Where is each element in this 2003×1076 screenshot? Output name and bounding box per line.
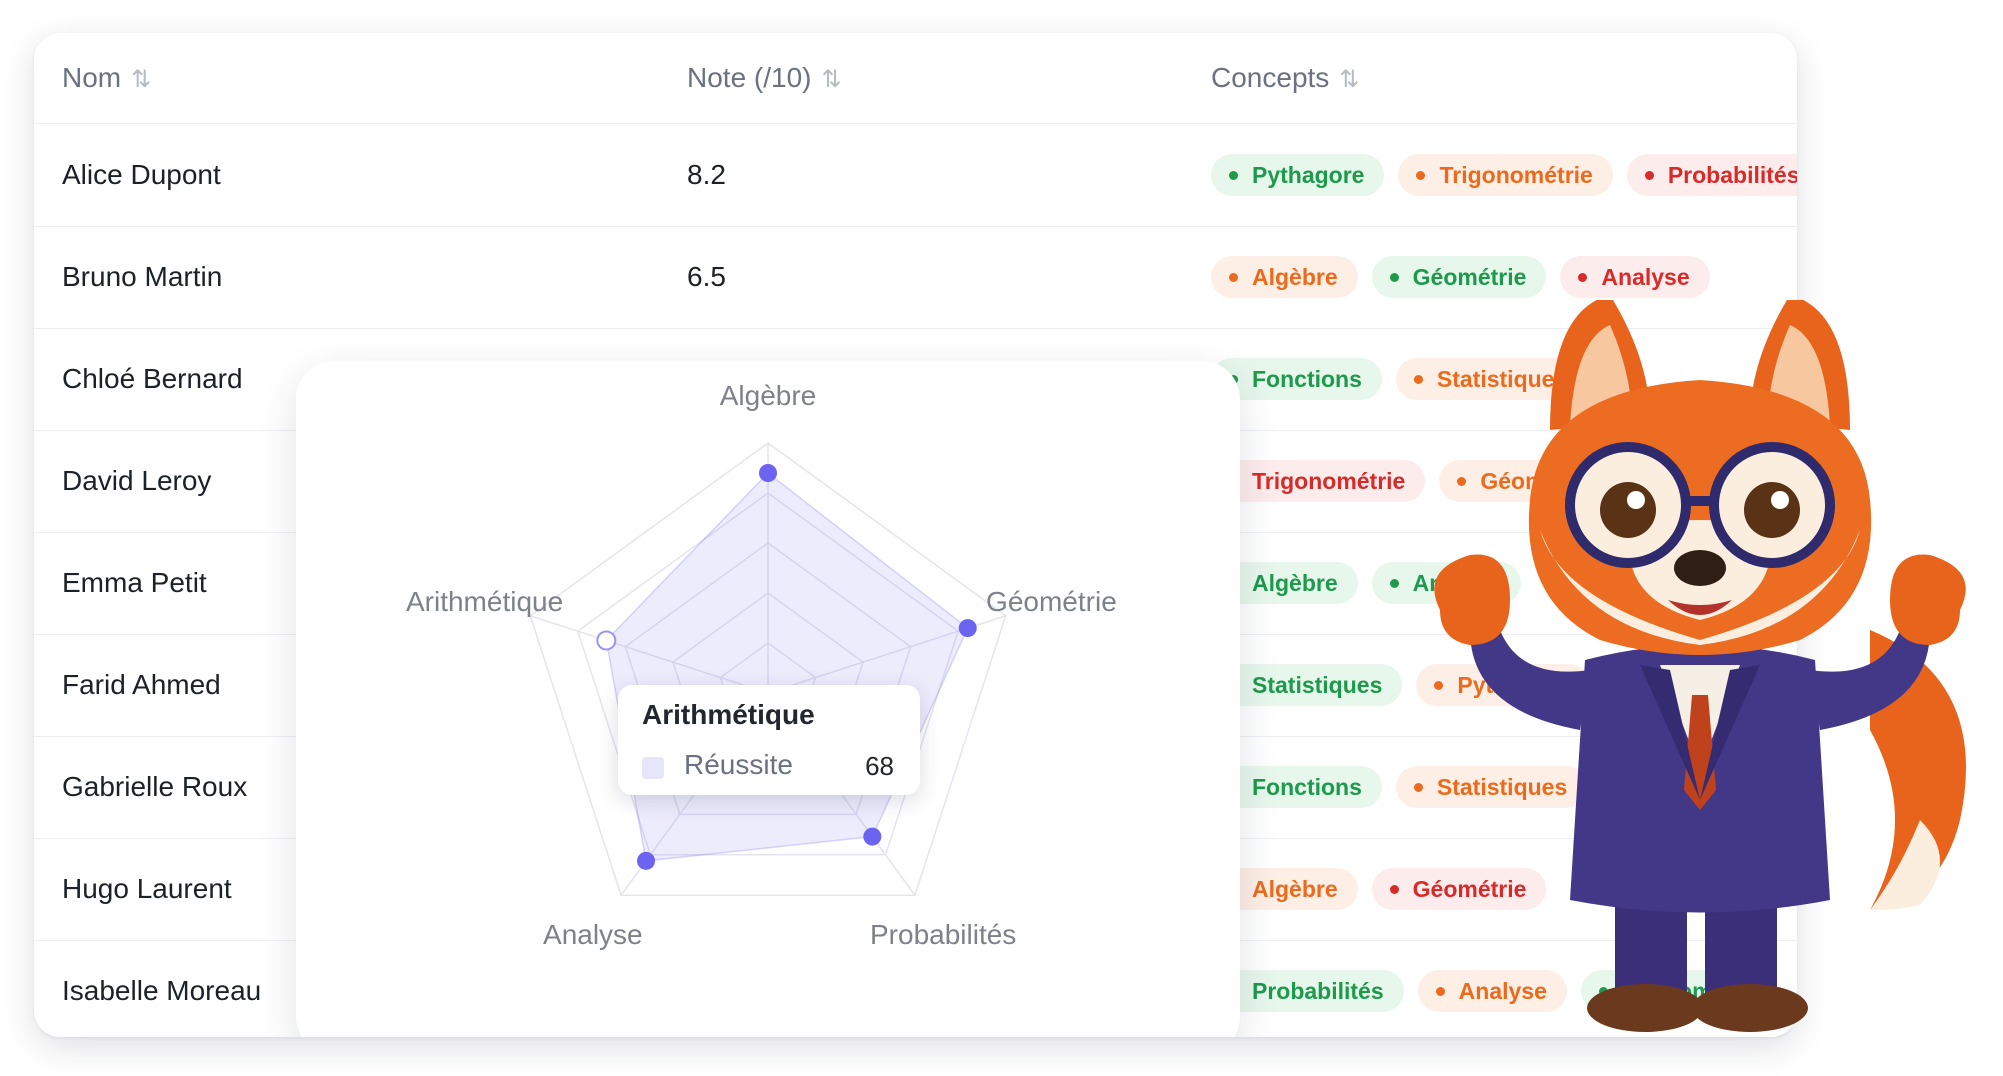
table-header: Nom ⇅ Note (/10) ⇅ Concepts ⇅ — [34, 33, 1797, 124]
radar-axis-label: Arithmétique — [406, 586, 563, 617]
student-name: Isabelle Moreau — [62, 975, 262, 1006]
concept-tag-label: Fonctions — [1252, 365, 1362, 392]
tooltip-series-swatch — [642, 757, 664, 779]
sort-icon[interactable]: ⇅ — [131, 66, 151, 93]
concept-tag-label: Analyse — [1601, 263, 1690, 290]
concept-tag[interactable]: Trigonométrie — [1398, 154, 1613, 196]
tooltip-title: Arithmétique — [642, 699, 815, 730]
column-header-concepts[interactable]: Concepts ⇅ — [1211, 33, 1359, 123]
status-dot-icon — [1389, 578, 1399, 588]
radar-chart-panel: Algèbre Géométrie Probabilités Analyse Arith… — [296, 361, 1240, 1037]
concept-tag-label: Géométrie — [1412, 263, 1527, 290]
table-row[interactable]: Alice Dupont 8.2 Pythagore Trigonométrie Pro… — [34, 124, 1797, 227]
concept-tag-label: Probabilités — [1667, 161, 1797, 188]
student-name: Chloé Bernard — [62, 363, 243, 394]
concept-tag-label: Algèbre — [1252, 263, 1338, 290]
concept-tags: Pythagore Trigonométrie Probabilités — [1211, 124, 1797, 226]
radar-point — [637, 851, 656, 870]
fox-mascot-icon — [1434, 300, 1966, 1032]
concept-tag[interactable]: Algèbre — [1211, 256, 1358, 298]
student-note: 8.2 — [687, 159, 726, 190]
student-name: Gabrielle Roux — [62, 771, 248, 802]
student-name: Bruno Martin — [62, 261, 223, 292]
concept-tag-label: Probabilités — [1252, 977, 1384, 1004]
sort-icon[interactable]: ⇅ — [1339, 66, 1359, 93]
concept-tag-label: Trigonométrie — [1252, 467, 1406, 494]
column-header-note-label: Note (/10) — [687, 62, 812, 93]
radar-point — [759, 464, 777, 482]
student-name: Farid Ahmed — [62, 669, 221, 700]
radar-point — [596, 630, 617, 651]
concept-tag-label: Fonctions — [1252, 773, 1362, 800]
concept-tag-label: Algèbre — [1252, 569, 1338, 596]
sort-icon[interactable]: ⇅ — [822, 66, 842, 93]
status-dot-icon — [1389, 272, 1399, 282]
student-note: 6.5 — [687, 261, 726, 292]
concept-tag[interactable]: Analyse — [1560, 256, 1710, 298]
column-header-nom-label: Nom — [62, 62, 122, 93]
status-dot-icon — [1229, 170, 1238, 180]
radar-axis-label: Analyse — [543, 919, 643, 950]
student-name: Alice Dupont — [62, 159, 221, 190]
status-dot-icon — [1416, 170, 1426, 180]
radar-axis-label: Probabilités — [870, 919, 1016, 950]
radar-series-area — [605, 471, 969, 862]
student-name: Emma Petit — [62, 567, 207, 598]
tooltip-series-label: Réussite — [684, 749, 793, 780]
student-name: David Leroy — [62, 465, 212, 496]
concept-tag[interactable]: Pythagore — [1211, 154, 1385, 196]
radar-axis-label: Algèbre — [720, 380, 817, 411]
column-header-note[interactable]: Note (/10) ⇅ — [687, 33, 842, 123]
concept-tag-label: Algèbre — [1252, 875, 1338, 902]
column-header-nom[interactable]: Nom ⇅ — [62, 33, 151, 123]
concept-tag[interactable]: Probabilités — [1626, 154, 1797, 196]
chart-tooltip: Arithmétique Réussite 68 — [618, 685, 920, 795]
concept-tag[interactable]: Trigonométrie — [1211, 460, 1426, 502]
radar-point — [958, 619, 977, 638]
status-dot-icon — [1644, 170, 1654, 180]
concept-tag-label: Trigonométrie — [1439, 161, 1593, 188]
status-dot-icon — [1578, 272, 1588, 282]
status-dot-icon — [1389, 884, 1399, 894]
radar-axis-label: Géométrie — [986, 586, 1117, 617]
student-name: Hugo Laurent — [62, 873, 232, 904]
concept-tag[interactable]: Géométrie — [1371, 256, 1547, 298]
concept-tag-label: Pythagore — [1252, 161, 1365, 188]
column-header-concepts-label: Concepts — [1211, 62, 1330, 93]
status-dot-icon — [1229, 272, 1238, 282]
tooltip-value: 68 — [865, 751, 894, 781]
radar-point — [863, 827, 882, 846]
concept-tag-label: Statistiques — [1252, 671, 1383, 698]
